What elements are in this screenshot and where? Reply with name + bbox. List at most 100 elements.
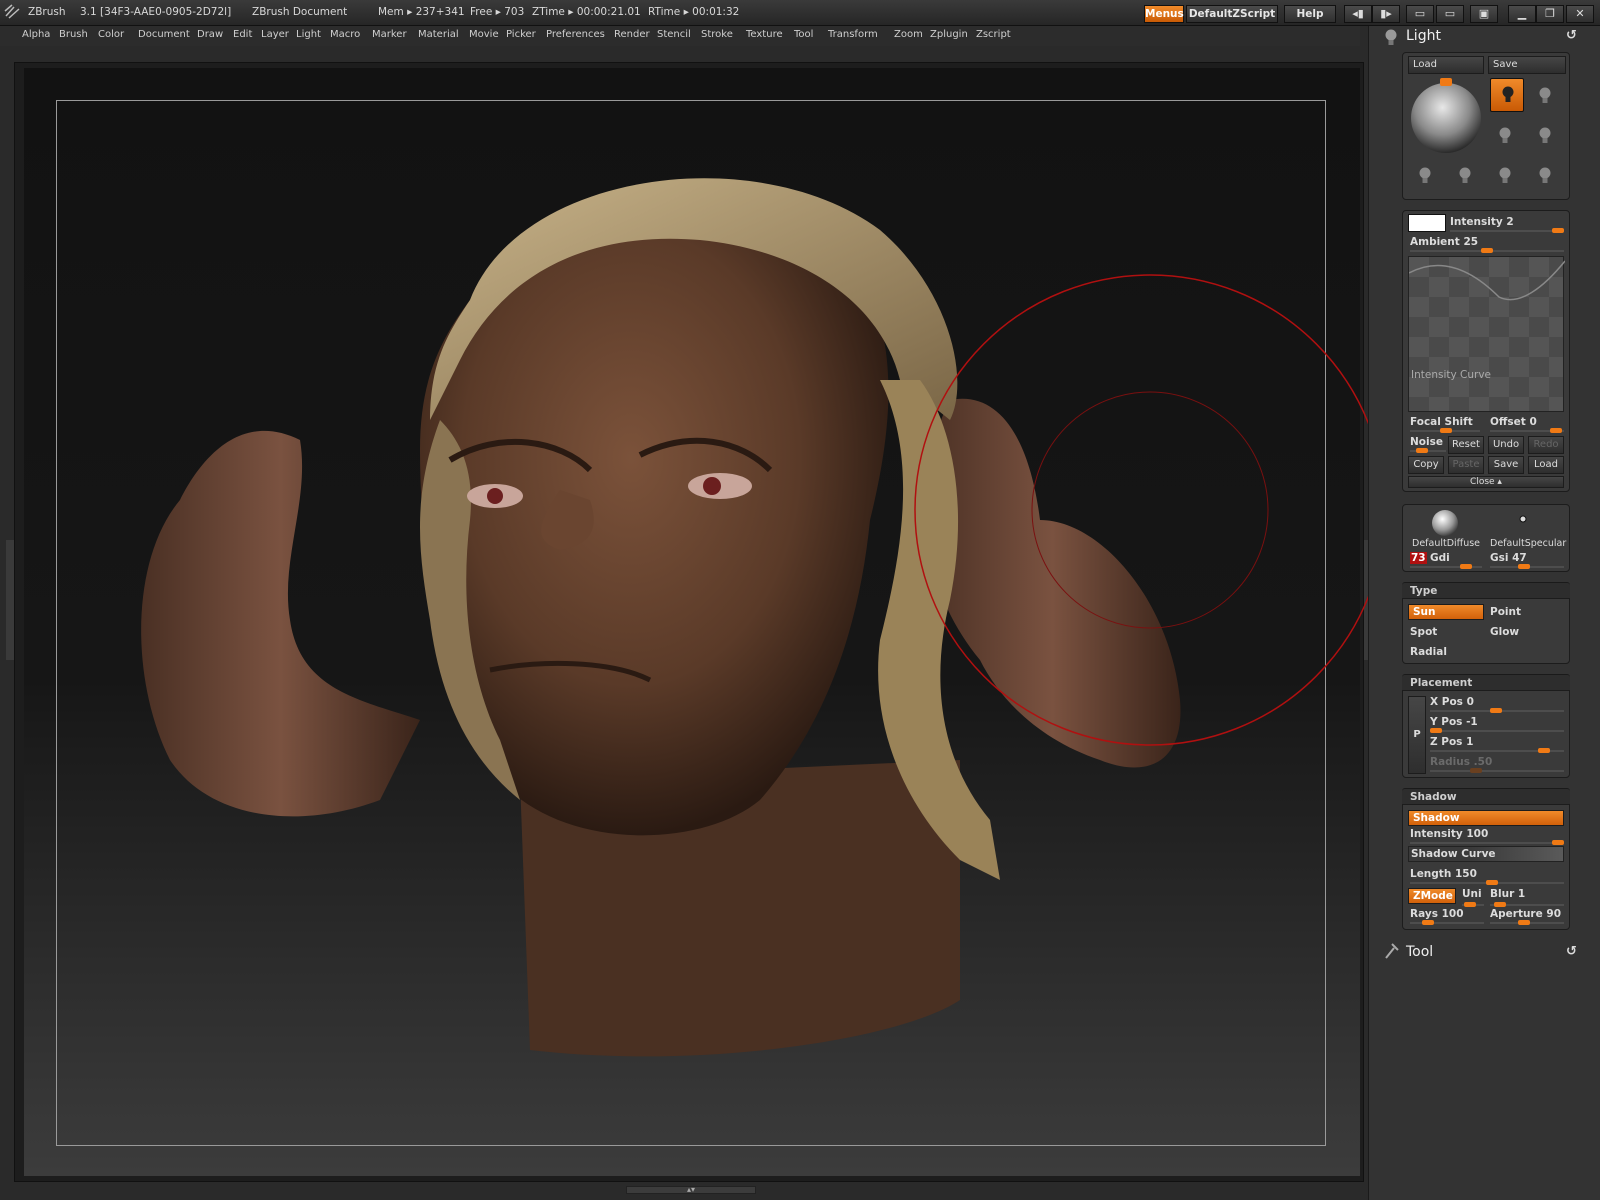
light-palette-title[interactable]: Light [1406, 28, 1441, 44]
menu-draw[interactable]: Draw [197, 29, 223, 40]
menu-color[interactable]: Color [98, 29, 124, 40]
shadow-intensity-slider[interactable] [1410, 840, 1564, 845]
ambient-slider[interactable] [1410, 248, 1564, 253]
light-5-bulb-icon[interactable] [1418, 166, 1432, 186]
xpos-knob[interactable] [1490, 708, 1502, 713]
tray-right-icon[interactable]: ▮▸ [1372, 5, 1400, 23]
offset-knob[interactable] [1550, 428, 1562, 433]
intensity-curve-editor[interactable]: Intensity Curve [1408, 256, 1565, 412]
curve-undo-button[interactable]: Undo [1488, 436, 1524, 454]
shadow-aperture-slider[interactable] [1490, 920, 1564, 925]
light-7-bulb-icon[interactable] [1498, 166, 1512, 186]
light-3-bulb-icon[interactable] [1498, 126, 1512, 146]
focal-shift-slider[interactable] [1410, 428, 1480, 433]
shadow-curve-editor[interactable]: Shadow Curve [1408, 846, 1564, 862]
curve-redo-button[interactable]: Redo [1528, 436, 1564, 454]
gsi-slider[interactable] [1490, 564, 1564, 569]
default-specular-dot[interactable] [1518, 514, 1528, 524]
xpos-slider[interactable] [1430, 708, 1564, 713]
light-sphere-preview[interactable] [1408, 78, 1484, 154]
menu-material[interactable]: Material [418, 29, 459, 40]
menu-tool[interactable]: Tool [794, 29, 813, 40]
shadow-zmode-button[interactable]: ZMode [1408, 888, 1456, 904]
menu-movie[interactable]: Movie [469, 29, 499, 40]
menu-stroke[interactable]: Stroke [701, 29, 733, 40]
minimize-icon[interactable]: ▁ [1508, 5, 1536, 23]
type-radial-button[interactable]: Radial [1410, 646, 1447, 658]
shadow-uni-slider[interactable] [1462, 902, 1484, 907]
curve-reset-button[interactable]: Reset [1448, 436, 1484, 454]
menu-zscript[interactable]: Zscript [976, 29, 1011, 40]
noise-label[interactable]: Noise [1410, 436, 1443, 448]
type-point-button[interactable]: Point [1490, 606, 1521, 618]
gdi-knob[interactable] [1460, 564, 1472, 569]
close-icon[interactable]: ✕ [1566, 5, 1594, 23]
curve-save-button[interactable]: Save [1488, 456, 1524, 474]
restore-icon[interactable]: ❐ [1536, 5, 1564, 23]
default-diffuse-sphere[interactable] [1430, 508, 1460, 538]
menu-macro[interactable]: Macro [330, 29, 360, 40]
shadow-blur-knob[interactable] [1494, 902, 1506, 907]
curve-close-button[interactable]: Close ▴ [1408, 476, 1564, 488]
shadow-section-header[interactable]: Shadow [1402, 788, 1570, 804]
zpos-slider[interactable] [1430, 748, 1564, 753]
ypos-slider[interactable] [1430, 728, 1564, 733]
tool-palette-title[interactable]: Tool [1406, 944, 1433, 960]
tool-reset-icon[interactable]: ↺ [1566, 944, 1577, 959]
left-tray-grip[interactable] [6, 540, 14, 660]
menu-transform[interactable]: Transform [828, 29, 878, 40]
ambient-knob[interactable] [1481, 248, 1493, 253]
menu-light[interactable]: Light [296, 29, 321, 40]
intensity-knob[interactable] [1552, 228, 1564, 233]
curve-paste-button[interactable]: Paste [1448, 456, 1484, 474]
menu-zoom[interactable]: Zoom [894, 29, 923, 40]
curve-load-button[interactable]: Load [1528, 456, 1564, 474]
gsi-knob[interactable] [1518, 564, 1530, 569]
menu-alpha[interactable]: Alpha [22, 29, 50, 40]
light-color-swatch[interactable] [1408, 214, 1446, 232]
menu-texture[interactable]: Texture [746, 29, 783, 40]
menu-zplugin[interactable]: Zplugin [930, 29, 968, 40]
noise-knob[interactable] [1416, 448, 1428, 453]
zpos-knob[interactable] [1538, 748, 1550, 753]
light-6-bulb-icon[interactable] [1458, 166, 1472, 186]
layout-1-icon[interactable]: ▭ [1406, 5, 1434, 23]
shadow-rays-knob[interactable] [1422, 920, 1434, 925]
light-1-active[interactable] [1490, 78, 1524, 112]
menu-brush[interactable]: Brush [59, 29, 88, 40]
light-2-bulb-icon[interactable] [1538, 86, 1552, 106]
light-load-button[interactable]: Load [1408, 56, 1484, 74]
shadow-length-slider[interactable] [1410, 880, 1564, 885]
help-button[interactable]: Help [1284, 5, 1336, 23]
light-save-button[interactable]: Save [1488, 56, 1566, 74]
light-reset-icon[interactable]: ↺ [1566, 28, 1577, 43]
layout-2-icon[interactable]: ▭ [1436, 5, 1464, 23]
shadow-uni-button[interactable]: Uni [1462, 888, 1482, 900]
gdi-slider[interactable] [1410, 564, 1482, 569]
bottom-tray-grip[interactable]: ▴▾ [626, 1186, 756, 1194]
menus-button[interactable]: Menus [1144, 5, 1184, 23]
noise-slider[interactable] [1410, 448, 1446, 453]
intensity-slider[interactable] [1450, 228, 1564, 233]
menu-edit[interactable]: Edit [233, 29, 252, 40]
placement-pick-button[interactable]: P [1408, 696, 1426, 774]
menu-document[interactable]: Document [138, 29, 190, 40]
focal-shift-knob[interactable] [1440, 428, 1452, 433]
ypos-knob[interactable] [1430, 728, 1442, 733]
tray-left-icon[interactable]: ◂▮ [1344, 5, 1372, 23]
shadow-intensity-knob[interactable] [1552, 840, 1564, 845]
shadow-rays-slider[interactable] [1410, 920, 1484, 925]
type-spot-button[interactable]: Spot [1410, 626, 1437, 638]
offset-slider[interactable] [1490, 428, 1564, 433]
lock-icon[interactable]: ▣ [1470, 5, 1498, 23]
shadow-uni-knob[interactable] [1464, 902, 1476, 907]
menu-stencil[interactable]: Stencil [657, 29, 691, 40]
light-8-bulb-icon[interactable] [1538, 166, 1552, 186]
type-section-header[interactable]: Type [1402, 582, 1570, 598]
shadow-blur-slider[interactable] [1490, 902, 1564, 907]
type-sun-button[interactable]: Sun [1408, 604, 1484, 620]
menu-preferences[interactable]: Preferences [546, 29, 605, 40]
menu-layer[interactable]: Layer [261, 29, 289, 40]
placement-section-header[interactable]: Placement [1402, 674, 1570, 690]
shadow-aperture-knob[interactable] [1518, 920, 1530, 925]
